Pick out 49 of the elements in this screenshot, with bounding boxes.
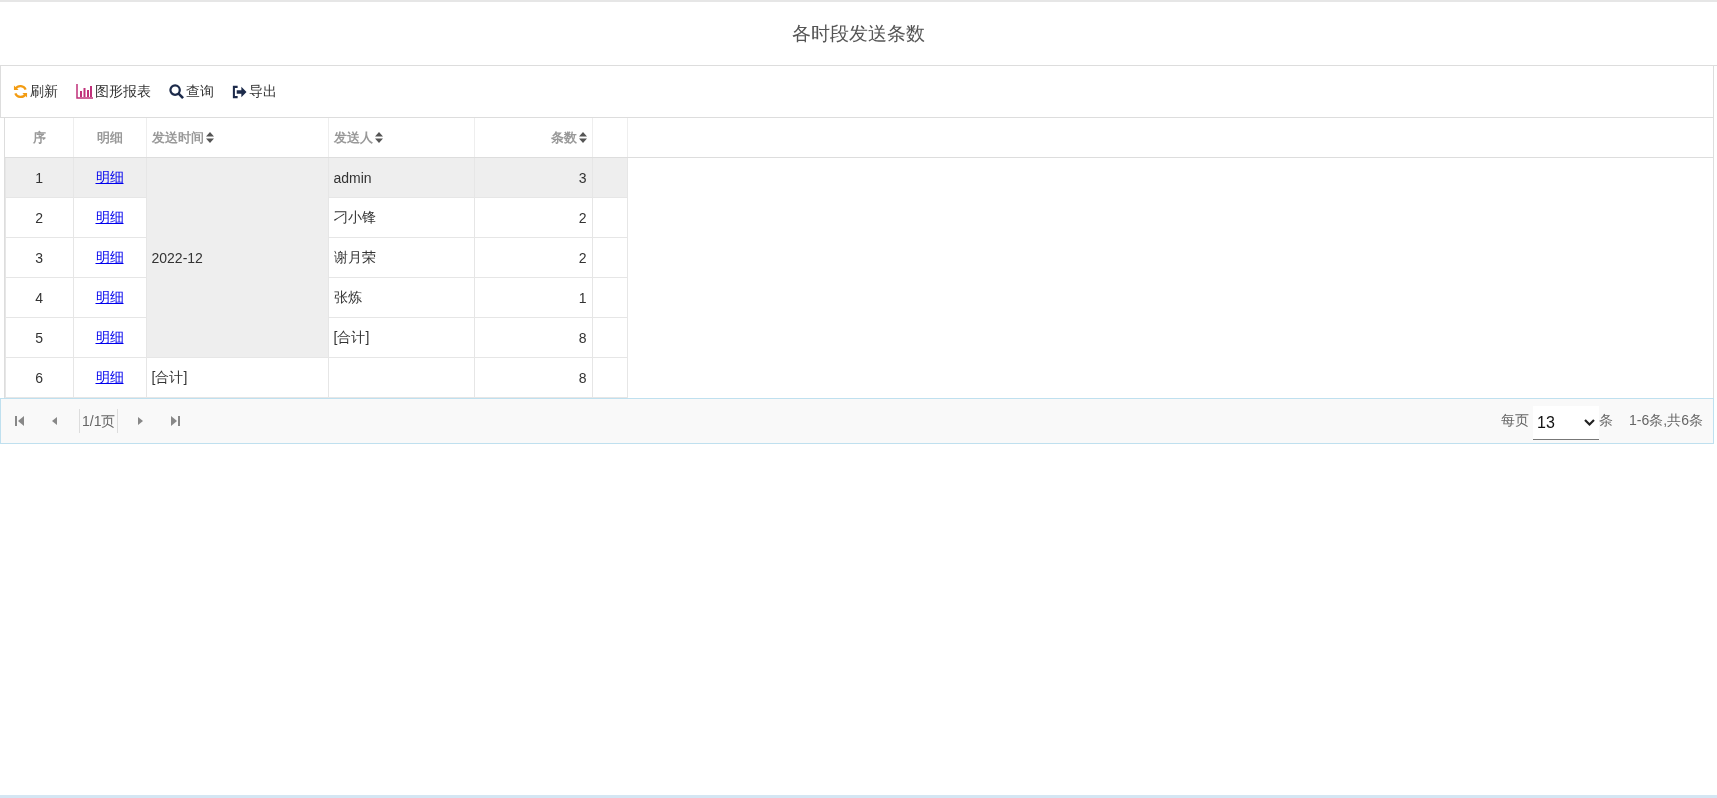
table-cell: 3 — [5, 237, 73, 278]
table-cell: 2 — [474, 237, 592, 278]
table-cell: [合计] — [146, 357, 328, 398]
sort-icon — [205, 131, 214, 143]
table-cell: 8 — [474, 317, 592, 358]
export-icon — [232, 84, 247, 99]
detail-link[interactable]: 明细 — [95, 288, 124, 305]
table-cell: 2022-12 — [146, 157, 328, 358]
toolbar-button[interactable]: 图形报表 — [74, 80, 153, 103]
column-header: 序 — [5, 118, 73, 158]
table-cell: 谢月荣 — [328, 237, 474, 278]
table-cell: 8 — [474, 357, 592, 398]
table-cell: 6 — [5, 357, 73, 398]
per-page-unit: 条 — [1599, 412, 1614, 430]
column-header: 明细 — [73, 118, 146, 158]
search-icon — [169, 84, 184, 99]
report-title: 各时段发送条数 — [792, 21, 925, 46]
detail-link[interactable]: 明细 — [95, 168, 124, 185]
sort-icon — [578, 131, 587, 143]
toolbar-button[interactable]: 查询 — [167, 80, 216, 103]
toolbar-button[interactable]: 刷新 — [11, 80, 60, 103]
page-indicator: 1/1页 — [79, 409, 119, 433]
table-cell: 5 — [5, 317, 73, 358]
refresh-icon — [13, 84, 28, 99]
sort-icon — [374, 131, 383, 143]
per-page-label: 每页 — [1501, 412, 1530, 430]
next-page-icon[interactable] — [138, 417, 144, 425]
caret-icon — [1584, 418, 1596, 427]
toolbar-button[interactable]: 导出 — [230, 80, 279, 103]
table-cell: 4 — [5, 277, 73, 318]
table-cell: 1 — [5, 157, 73, 198]
detail-link[interactable]: 明细 — [95, 248, 124, 265]
detail-link[interactable]: 明细 — [95, 328, 124, 345]
table-cell: 2 — [5, 197, 73, 238]
table-cell: admin — [328, 157, 474, 198]
previous-page-icon[interactable] — [52, 417, 57, 425]
detail-link[interactable]: 明细 — [95, 368, 124, 385]
table-cell: 1 — [474, 277, 592, 318]
last-page-icon[interactable] — [171, 416, 181, 426]
per-page-select[interactable]: 13 — [1533, 406, 1600, 440]
table-cell: [合计] — [328, 317, 474, 358]
first-page-icon[interactable] — [15, 416, 24, 426]
record-summary: 1-6条,共6条 — [1629, 412, 1703, 430]
table-cell: 2 — [474, 197, 592, 238]
detail-link[interactable]: 明细 — [95, 208, 124, 225]
table-cell: 张炼 — [328, 277, 474, 318]
table-cell: 3 — [474, 157, 592, 198]
bar-chart-icon — [76, 84, 93, 99]
table-cell: 刁小锋 — [328, 197, 474, 238]
